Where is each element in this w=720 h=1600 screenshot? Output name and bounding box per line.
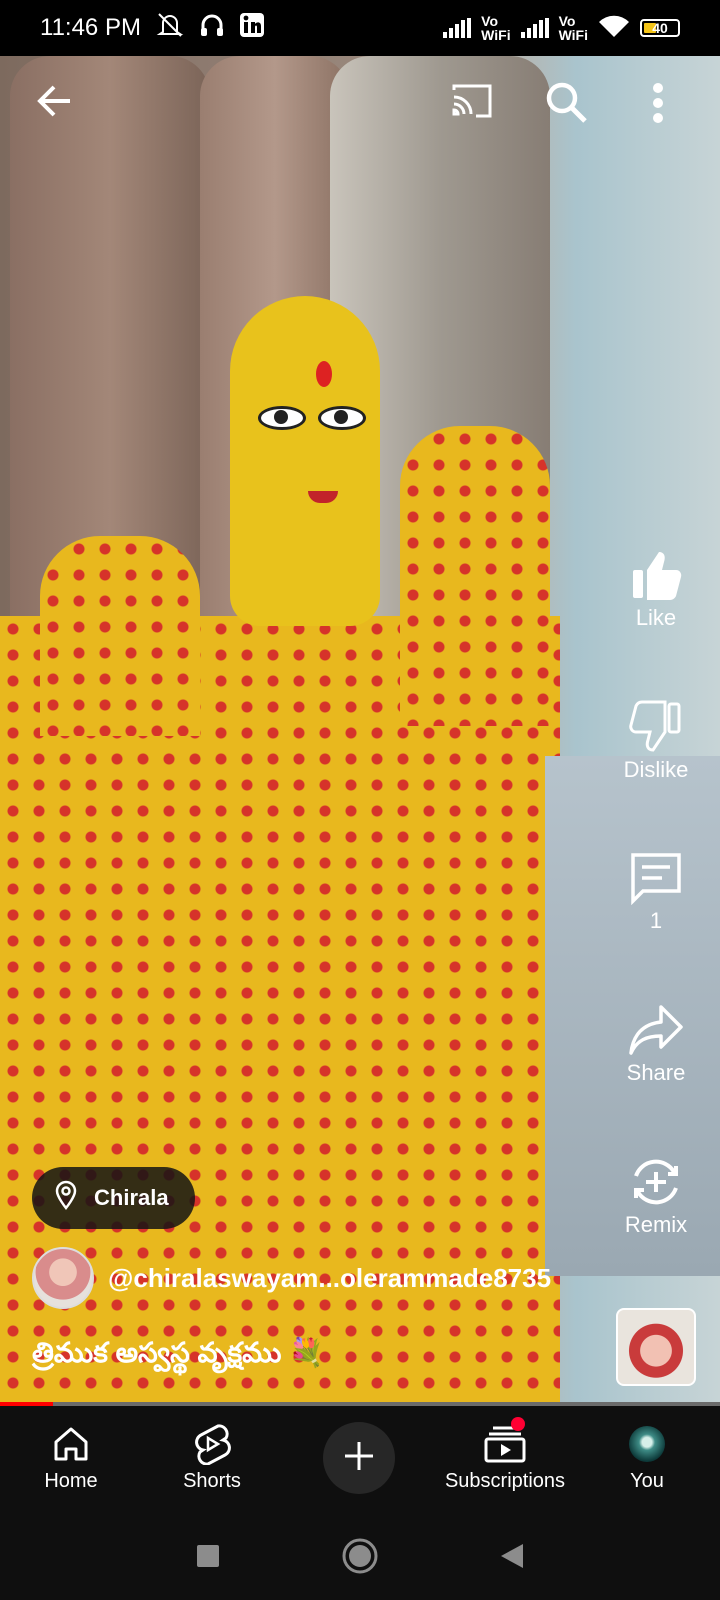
- painted-goddess-face: [230, 296, 380, 626]
- share-arrow-icon: [610, 1000, 702, 1060]
- battery-icon: 40: [640, 19, 680, 37]
- dislike-button[interactable]: Dislike: [610, 697, 702, 783]
- plus-icon: [342, 1439, 376, 1478]
- like-label: Like: [635, 605, 677, 630]
- bottom-navigation: Home Shorts Subscriptions You: [0, 1406, 720, 1516]
- location-chip[interactable]: Chirala: [32, 1167, 195, 1229]
- back-triangle-button[interactable]: [499, 1542, 525, 1575]
- nav-shorts-label: Shorts: [183, 1470, 241, 1492]
- painted-cloth: [40, 536, 200, 736]
- subscriptions-icon: [425, 1417, 585, 1470]
- nav-you[interactable]: You: [577, 1418, 717, 1493]
- location-pin-icon: [54, 1180, 78, 1216]
- create-button[interactable]: [323, 1422, 395, 1494]
- remix-button[interactable]: Remix: [610, 1152, 702, 1238]
- like-button[interactable]: Like: [610, 545, 702, 631]
- video-caption[interactable]: త్రిముక అస్వస్థ వృక్షము 💐: [32, 1336, 324, 1376]
- notification-dot: [511, 1417, 525, 1431]
- linkedin-icon: [239, 12, 265, 45]
- comment-count: 1: [649, 908, 663, 933]
- channel-avatar[interactable]: [32, 1247, 94, 1309]
- share-label: Share: [626, 1060, 686, 1085]
- status-time: 11:46 PM: [40, 14, 141, 41]
- system-navigation: [0, 1516, 720, 1600]
- status-bar: 11:46 PM Vo WiFi Vo WiFi 40: [0, 0, 720, 56]
- signal-icon: [520, 18, 549, 38]
- wifi-icon: [598, 15, 630, 41]
- painted-cloth: [400, 426, 550, 726]
- nav-home-label: Home: [44, 1470, 98, 1492]
- mute-icon: [155, 12, 185, 45]
- search-icon[interactable]: [544, 80, 588, 124]
- more-vert-icon[interactable]: [650, 82, 666, 124]
- headset-icon: [199, 12, 225, 45]
- sound-thumbnail[interactable]: [616, 1308, 696, 1386]
- nav-shorts[interactable]: Shorts: [142, 1418, 282, 1493]
- you-avatar: [629, 1426, 665, 1462]
- recents-button[interactable]: [195, 1543, 221, 1574]
- share-button[interactable]: Share: [610, 1000, 702, 1086]
- remix-label: Remix: [624, 1212, 688, 1237]
- signal-icon: [443, 18, 472, 38]
- vowifi-badge: Vo WiFi: [558, 13, 588, 43]
- nav-subscriptions[interactable]: Subscriptions: [425, 1417, 585, 1493]
- channel-handle[interactable]: @chiralaswayam...olerammade8735: [108, 1263, 551, 1294]
- vowifi-badge: Vo WiFi: [481, 13, 511, 43]
- cast-icon[interactable]: [450, 82, 494, 120]
- shorts-icon: [142, 1418, 282, 1470]
- thumbs-down-icon: [610, 697, 702, 757]
- back-arrow-icon[interactable]: [34, 80, 76, 122]
- nav-home[interactable]: Home: [1, 1418, 141, 1493]
- comment-icon: [610, 848, 702, 908]
- dislike-label: Dislike: [623, 757, 689, 782]
- comments-button[interactable]: 1: [610, 848, 702, 934]
- location-label: Chirala: [94, 1185, 169, 1210]
- remix-icon: [610, 1152, 702, 1212]
- nav-you-label: You: [630, 1470, 664, 1492]
- nav-subscriptions-label: Subscriptions: [444, 1470, 566, 1492]
- thumbs-up-icon: [610, 545, 702, 605]
- channel-row[interactable]: @chiralaswayam...olerammade8735: [32, 1247, 551, 1309]
- home-circle-button[interactable]: [341, 1537, 379, 1580]
- home-icon: [1, 1418, 141, 1470]
